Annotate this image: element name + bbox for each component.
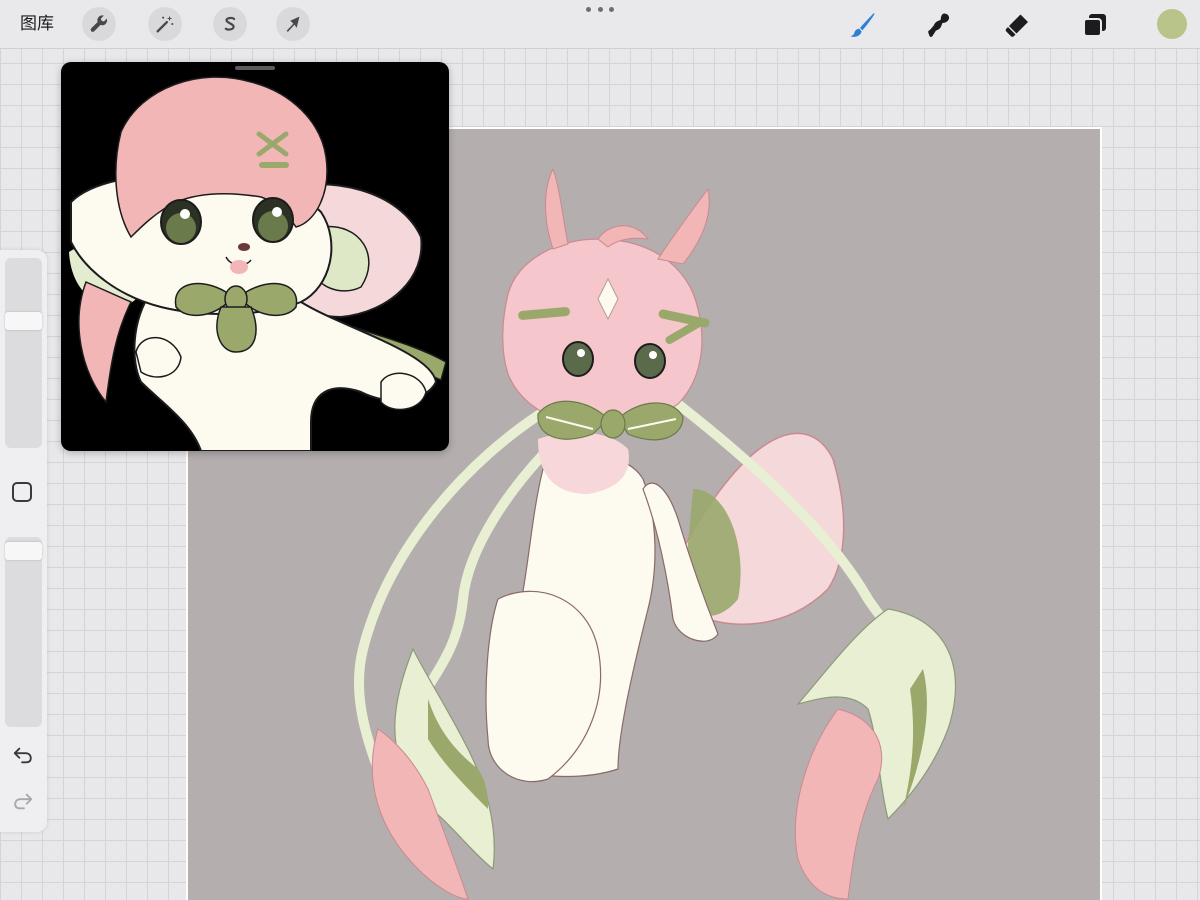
redo-button[interactable] (10, 788, 36, 814)
smudge-icon (928, 13, 950, 37)
eraser-icon (1005, 14, 1028, 37)
reference-drag-handle[interactable] (235, 66, 275, 70)
modify-button-square-icon[interactable] (12, 482, 32, 502)
opacity-slider[interactable] (5, 537, 42, 727)
brush-size-slider[interactable] (5, 258, 42, 448)
eraser-tool-button[interactable] (1000, 8, 1034, 42)
opacity-thumb[interactable] (5, 542, 42, 561)
transform-button[interactable] (276, 7, 310, 41)
brush-tool-button[interactable] (845, 8, 879, 42)
redo-arrow-icon (14, 793, 33, 810)
selection-button[interactable] (213, 7, 247, 41)
more-options-icon[interactable] (586, 4, 614, 14)
reference-image (69, 76, 447, 451)
actions-button[interactable] (82, 7, 116, 41)
brush-icon (850, 13, 875, 37)
undo-button[interactable] (10, 742, 36, 768)
layers-icon (1083, 14, 1106, 37)
left-sidebar (0, 250, 47, 832)
wrench-icon (90, 15, 108, 32)
undo-arrow-icon (13, 747, 32, 764)
layers-tool-button[interactable] (1078, 8, 1112, 42)
gallery-button[interactable]: 图库 (20, 12, 54, 36)
color-picker-button[interactable] (1157, 9, 1187, 39)
top-toolbar: 图库 (0, 0, 1200, 49)
smudge-tool-button[interactable] (921, 8, 955, 42)
selection-s-icon (224, 16, 236, 31)
magic-wand-icon (156, 15, 174, 33)
arrow-cursor-icon (286, 16, 300, 32)
adjustments-button[interactable] (148, 7, 182, 41)
reference-window[interactable] (61, 62, 449, 451)
brush-size-thumb[interactable] (5, 311, 42, 330)
